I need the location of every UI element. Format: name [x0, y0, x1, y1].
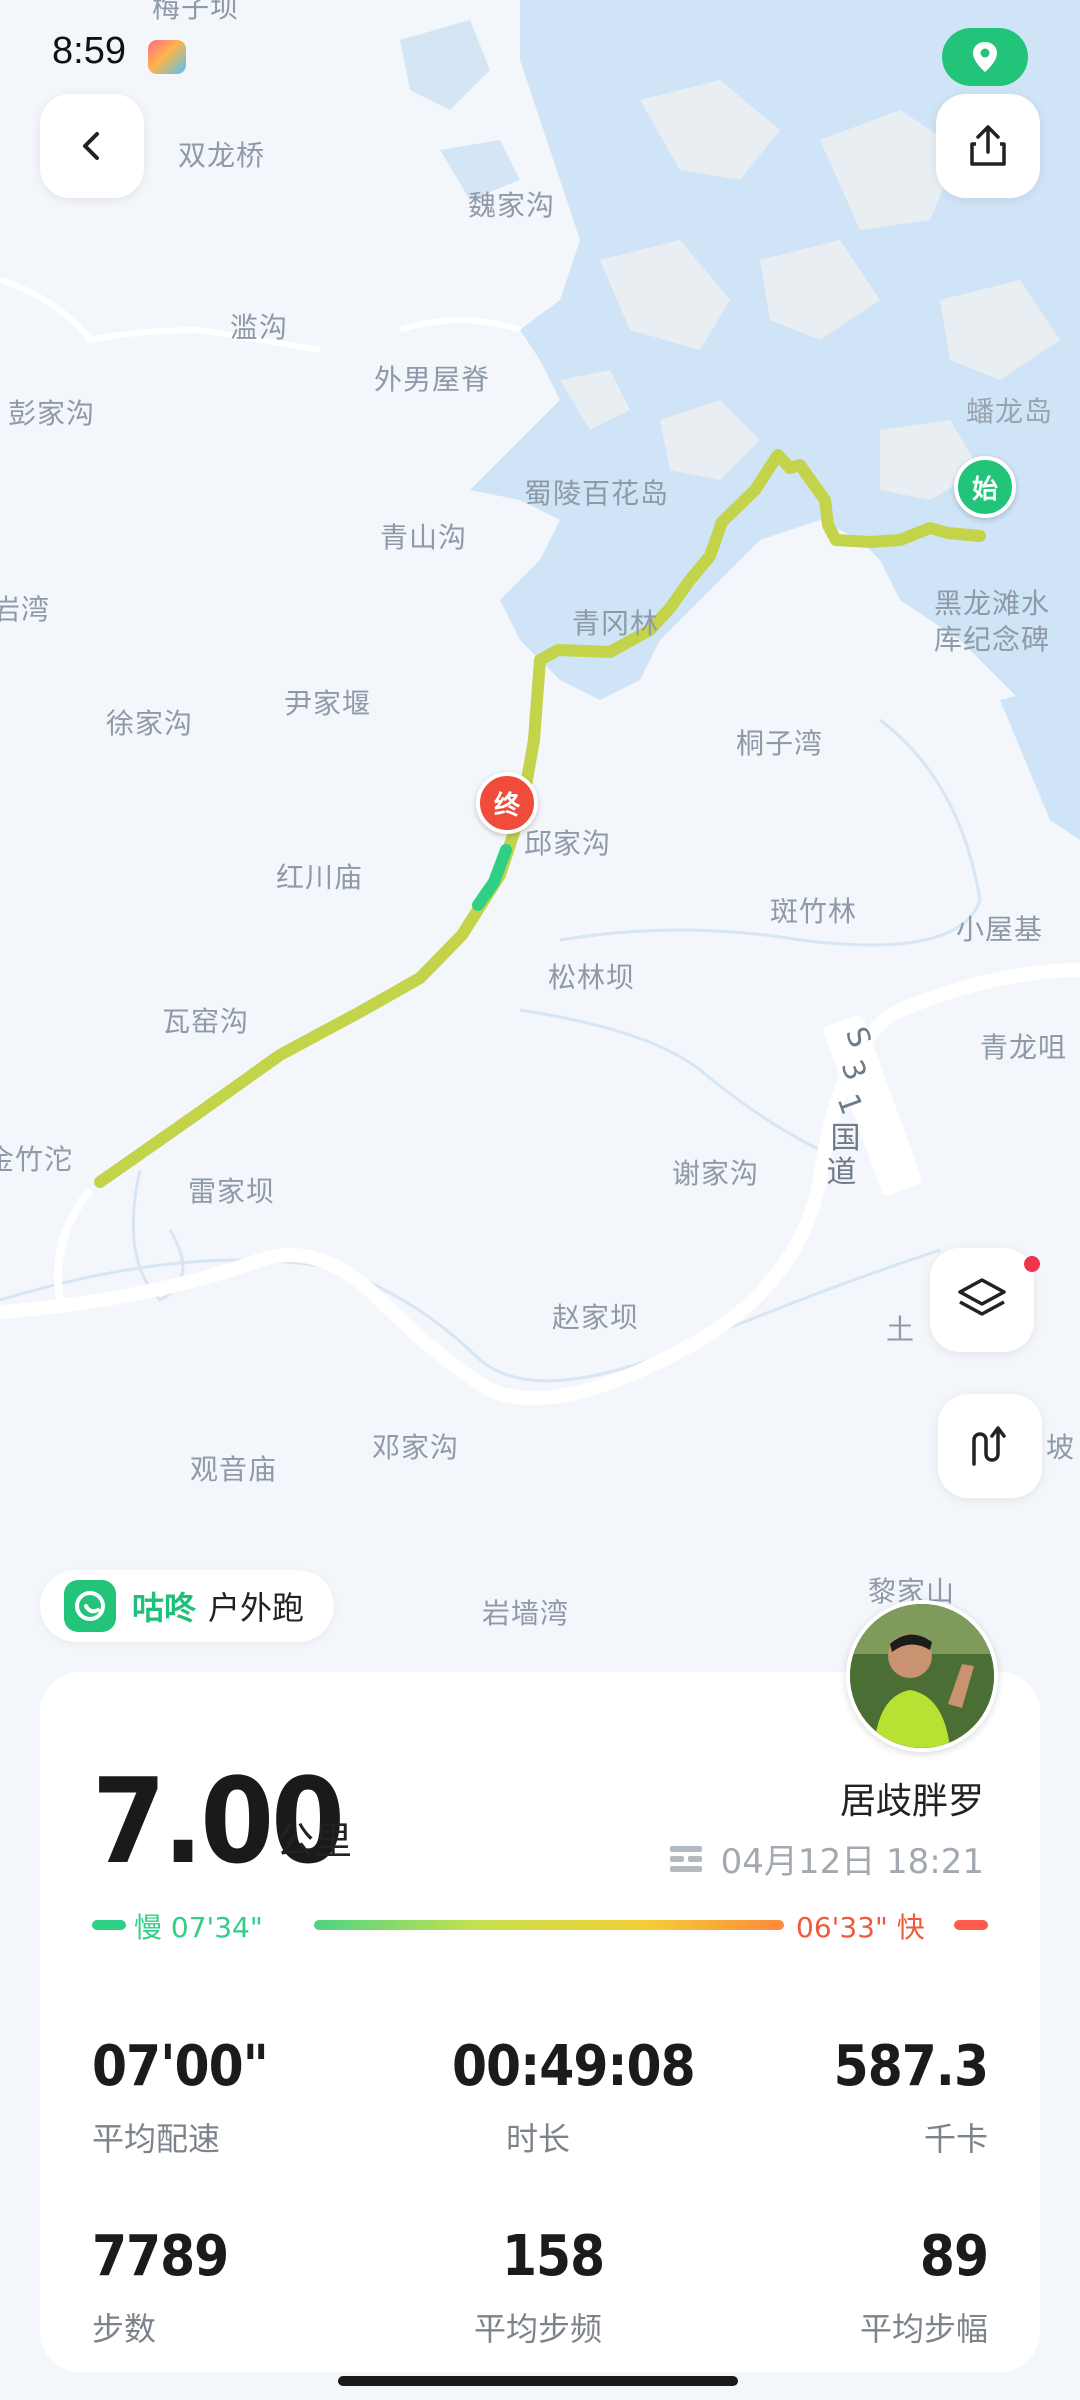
- cadence-label: 平均步频: [474, 2310, 603, 2348]
- pace-gradient: [314, 1920, 784, 1930]
- map-label: 雷家坝: [188, 1175, 276, 1208]
- avatar[interactable]: [846, 1600, 998, 1752]
- pace-gradient-bar: 慢 07'34" 06'33" 快: [92, 1904, 988, 1950]
- map-label: 金竹沱: [0, 1143, 74, 1176]
- map-label: 彭家沟: [8, 397, 96, 430]
- avatar-photo: [850, 1604, 994, 1748]
- workout-datetime: 04月12日 18:21: [667, 1834, 984, 1883]
- map-label: 松林坝: [548, 961, 636, 994]
- map-label: 徐家沟: [106, 707, 194, 740]
- game-mode-icon: [148, 40, 186, 74]
- map-label: 岩墙湾: [482, 1597, 570, 1630]
- map-label: 青山沟: [380, 521, 468, 554]
- map-label: 库纪念碑: [934, 623, 1051, 656]
- route-icon: [972, 1426, 1006, 1466]
- duration-value: 00:49:08: [452, 2034, 696, 2099]
- end-marker-label: 终: [493, 790, 520, 821]
- back-button[interactable]: [40, 94, 144, 198]
- steps-value: 7789: [92, 2224, 229, 2289]
- fast-cap: [954, 1920, 988, 1930]
- steps-label: 步数: [92, 2310, 157, 2348]
- highway-char: 国: [830, 1121, 862, 1156]
- datetime-text: 04月12日 18:21: [720, 1842, 984, 1882]
- map-label: 外男屋脊: [374, 363, 491, 396]
- highway-text: S 3 1 国 道: [826, 1020, 878, 1190]
- map-label: 观音庙: [190, 1453, 278, 1486]
- stride-label: 平均步幅: [859, 2310, 988, 2348]
- activity-type: 户外跑: [208, 1589, 305, 1627]
- map-label: 赵家坝: [552, 1301, 640, 1334]
- share-button[interactable]: [936, 94, 1040, 198]
- avg-pace-label: 平均配速: [92, 2120, 221, 2158]
- map-label: 青冈林: [572, 607, 660, 640]
- calories-label: 千卡: [923, 2120, 988, 2158]
- map-label: 瓦窑沟: [162, 1005, 250, 1038]
- stride-value: 89: [919, 2224, 989, 2289]
- app-name: 咕咚: [132, 1589, 197, 1627]
- duration-label: 时长: [506, 2120, 571, 2158]
- slow-cap: [92, 1920, 126, 1930]
- map-label: 土: [886, 1313, 916, 1346]
- home-indicator[interactable]: [338, 2376, 738, 2386]
- workout-summary-card: 7.00 公里 居歧胖罗 04月12日 18:21 慢 07'34" 06'33…: [40, 1672, 1040, 2372]
- codoon-logo-icon: [64, 1580, 116, 1632]
- pace-slow-label: 慢 07'34": [134, 1911, 263, 1944]
- pace-fast-label: 06'33" 快: [796, 1911, 925, 1944]
- map-label: 桐子湾: [736, 727, 824, 760]
- map-label: 小屋基: [956, 913, 1044, 946]
- map-label: 青龙咀: [980, 1031, 1068, 1064]
- cadence-value: 158: [502, 2224, 605, 2289]
- map-label: 谢家沟: [672, 1157, 760, 1190]
- map-label: 滥沟: [230, 311, 289, 344]
- share-icon: [970, 125, 1006, 166]
- map-label: 尹家堰: [284, 687, 372, 720]
- avg-pace-value: 07'00": [92, 2034, 269, 2099]
- layers-icon: [958, 1278, 1006, 1316]
- map-label: 邱家沟: [524, 827, 612, 860]
- map-label: 梅子坝: [152, 0, 240, 24]
- map-label: 斑竹林: [770, 895, 858, 928]
- map-label: 坡: [1046, 1431, 1076, 1464]
- map-label: 魏家沟: [468, 189, 556, 222]
- map-label: 蜀陵百花岛: [524, 477, 670, 510]
- map-label: 蟠龙岛: [966, 395, 1054, 428]
- notification-dot: [1024, 1256, 1040, 1272]
- distance-unit: 公里: [276, 1819, 353, 1863]
- calendar-icon: [669, 1845, 702, 1872]
- map-label: 岩湾: [0, 593, 51, 626]
- map-layers-button[interactable]: [930, 1248, 1034, 1352]
- chevron-left-icon: [83, 132, 99, 160]
- map-label: 双龙桥: [178, 139, 266, 172]
- map-label: 黑龙滩水: [934, 587, 1051, 620]
- map-label: 红川庙: [276, 861, 364, 894]
- location-button[interactable]: [942, 28, 1028, 86]
- status-time: 8:59: [52, 30, 126, 72]
- start-marker[interactable]: 始: [954, 456, 1016, 518]
- start-marker-label: 始: [971, 474, 998, 505]
- location-pin-icon: [973, 42, 997, 72]
- highway-char: 道: [826, 1155, 858, 1190]
- calories-value: 587.3: [833, 2034, 989, 2099]
- app-source-badge: 咕咚 户外跑: [40, 1570, 335, 1642]
- user-name: 居歧胖罗: [839, 1781, 984, 1822]
- end-marker[interactable]: 终: [476, 772, 538, 834]
- map-label: 邓家沟: [372, 1431, 460, 1464]
- route-toggle-button[interactable]: [938, 1394, 1042, 1498]
